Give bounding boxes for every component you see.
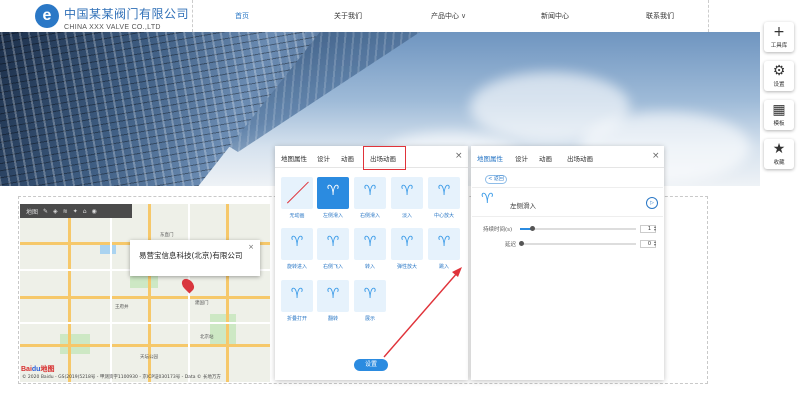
annotation-arrow: [383, 267, 462, 358]
arrow-line: [383, 271, 459, 358]
arrow-head: [452, 267, 462, 277]
